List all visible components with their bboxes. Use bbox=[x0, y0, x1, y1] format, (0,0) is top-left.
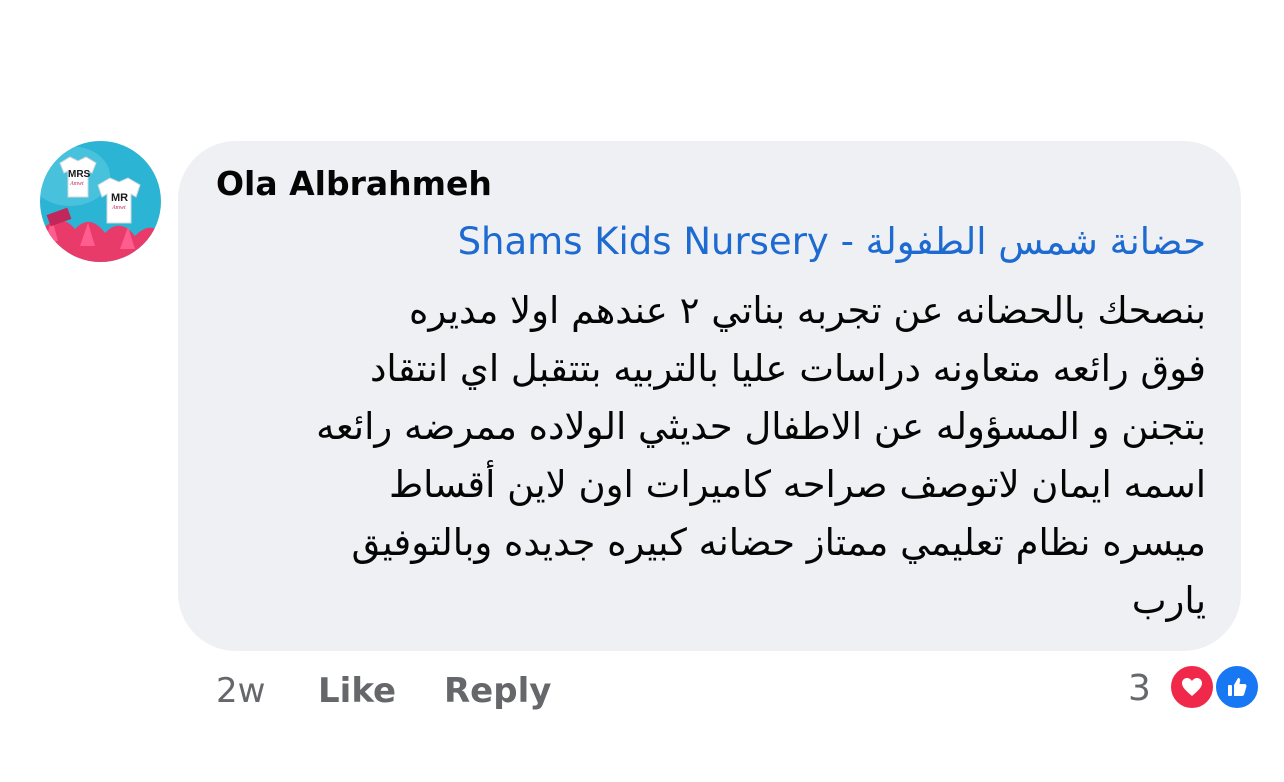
comment-body-line: ميسره نظام تعليمي ممتاز حضانه كبيره جديد… bbox=[351, 521, 1206, 564]
svg-text:Amwt: Amwt bbox=[69, 181, 84, 187]
heart-icon[interactable] bbox=[1168, 663, 1216, 711]
comment-body-line: اسمه ايمان لاتوصف صراحه كاميرات اون لاين… bbox=[388, 463, 1206, 506]
comment-body: بنصحك بالحضانه عن تجربه بناتي ٢ عندهم او… bbox=[206, 282, 1206, 630]
mentioned-page-link[interactable]: حضانة شمس الطفولة - Shams Kids Nursery bbox=[458, 220, 1206, 263]
comment-body-line: بنصحك بالحضانه عن تجربه بناتي ٢ عندهم او… bbox=[408, 289, 1206, 332]
svg-text:MR: MR bbox=[111, 192, 128, 204]
like-button[interactable]: Like bbox=[318, 668, 396, 714]
comment-body-line: فوق رائعه متعاونه دراسات عليا بالتربيه ب… bbox=[369, 347, 1206, 390]
reaction-count[interactable]: 3 bbox=[1128, 666, 1151, 712]
reply-button[interactable]: Reply bbox=[444, 668, 551, 714]
comment-author[interactable]: Ola Albrahmeh bbox=[216, 164, 492, 203]
svg-text:MRS: MRS bbox=[68, 169, 91, 180]
comment-timestamp[interactable]: 2w bbox=[216, 668, 265, 714]
comment-body-line: بتجنن و المسؤوله عن الاطفال حديثي الولاد… bbox=[316, 405, 1206, 448]
thumbs-up-icon[interactable] bbox=[1213, 663, 1261, 711]
svg-text:Amwt: Amwt bbox=[111, 205, 126, 211]
comment-body-line: يارب bbox=[1131, 579, 1206, 622]
avatar[interactable]: MRS Amwt MR Amwt bbox=[40, 141, 161, 262]
